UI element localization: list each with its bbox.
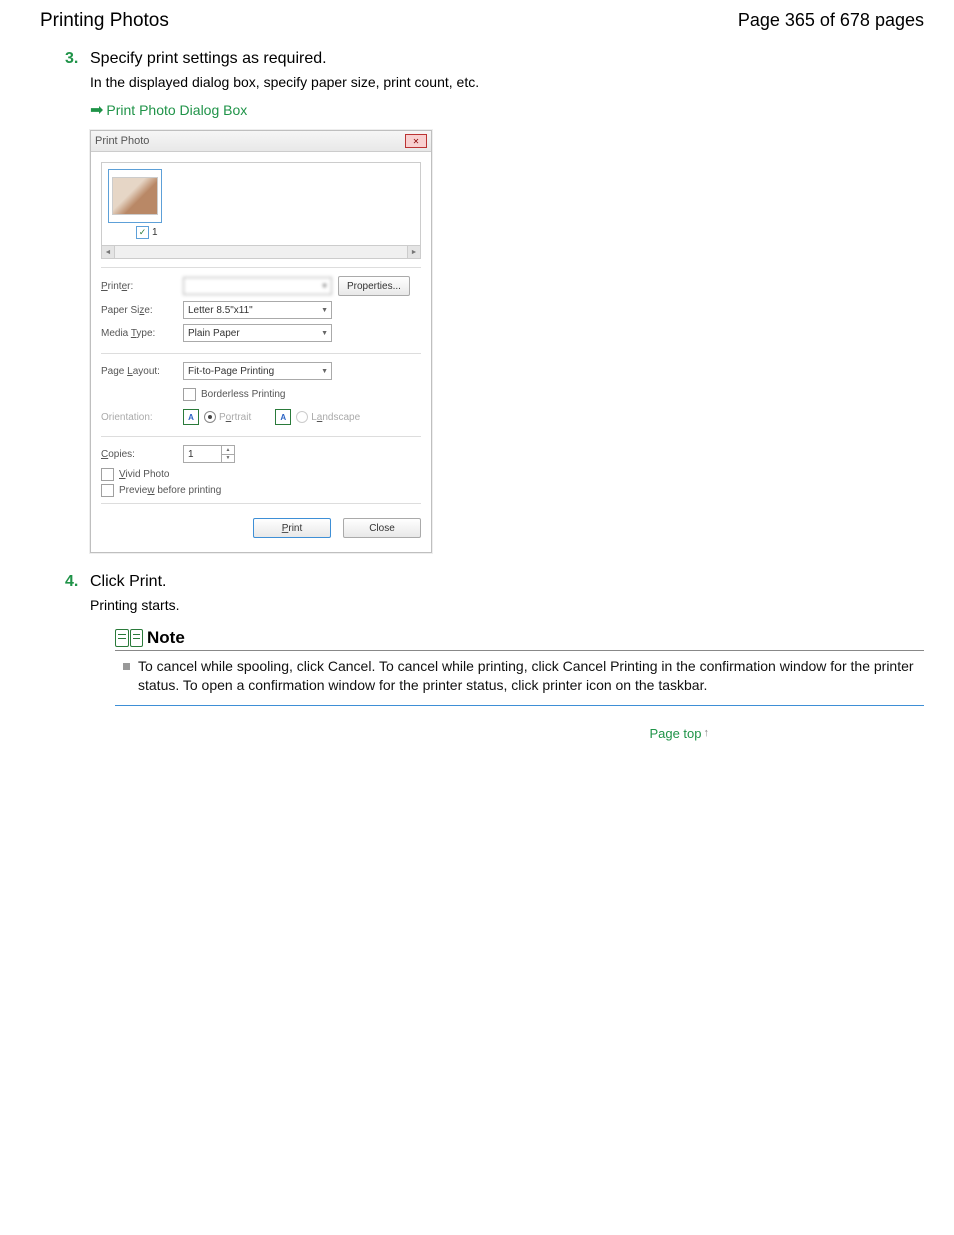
copies-label: Copies: [101,449,183,460]
step-4-desc: Printing starts. [90,597,924,613]
preview-checkbox[interactable] [101,484,114,497]
close-icon[interactable]: ✕ [405,134,427,148]
landscape-icon: A [275,409,291,425]
print-photo-dialog: Print Photo ✕ ✓ 1 ◄ [90,130,432,553]
scroll-right-icon[interactable]: ► [407,246,420,258]
up-arrow-icon: ↑ [704,727,710,739]
page-title: Printing Photos [40,10,169,32]
page-layout-label: Page Layout: [101,366,183,377]
portrait-icon: A [183,409,199,425]
landscape-radio[interactable] [296,411,308,423]
portrait-label: Portrait [219,412,251,423]
step-4-number: 4. [65,573,90,591]
paper-size-label: Paper Size: [101,305,183,316]
scroll-left-icon[interactable]: ◄ [102,246,115,258]
media-type-dropdown[interactable]: Plain Paper▼ [183,324,332,342]
page-layout-dropdown[interactable]: Fit-to-Page Printing▼ [183,362,332,380]
thumbnail-index: 1 [152,227,158,238]
media-type-label: Media Type: [101,328,183,339]
dialog-title: Print Photo [95,135,149,147]
note-icon [115,629,143,647]
thumbnail-image [112,177,158,215]
orientation-label: Orientation: [101,412,183,423]
arrow-icon: ➡ [90,100,103,120]
thumbnail-scrollbar[interactable]: ◄ ► [101,245,421,259]
note-text: To cancel while spooling, click Cancel. … [138,657,924,695]
vivid-checkbox[interactable] [101,468,114,481]
page-top-link[interactable]: Page top [649,726,701,741]
note-title: Note [147,628,185,648]
photo-thumbnail[interactable] [108,169,162,223]
landscape-label: Landscape [311,412,360,423]
borderless-label: Borderless Printing [201,389,285,400]
close-button[interactable]: Close [343,518,421,538]
print-button[interactable]: Print [253,518,331,538]
printer-label: Printer: [101,281,183,292]
step-4-title: Click Print. [90,573,166,591]
print-photo-dialog-link[interactable]: Print Photo Dialog Box [106,102,247,118]
thumbnail-checkbox[interactable]: ✓ [136,226,149,239]
properties-button[interactable]: Properties... [338,276,410,296]
preview-label: Preview before printing [119,485,221,496]
page-number: Page 365 of 678 pages [738,10,924,31]
printer-dropdown[interactable]: ▼ [183,277,332,295]
vivid-label: Vivid Photo [119,469,169,480]
step-3-desc: In the displayed dialog box, specify pap… [90,74,924,90]
borderless-checkbox[interactable] [183,388,196,401]
bullet-icon [123,663,130,670]
copies-stepper[interactable]: 1 ▲▼ [183,445,235,463]
step-3-title: Specify print settings as required. [90,50,327,68]
portrait-radio[interactable] [204,411,216,423]
paper-size-dropdown[interactable]: Letter 8.5"x11"▼ [183,301,332,319]
step-3-number: 3. [65,50,90,68]
